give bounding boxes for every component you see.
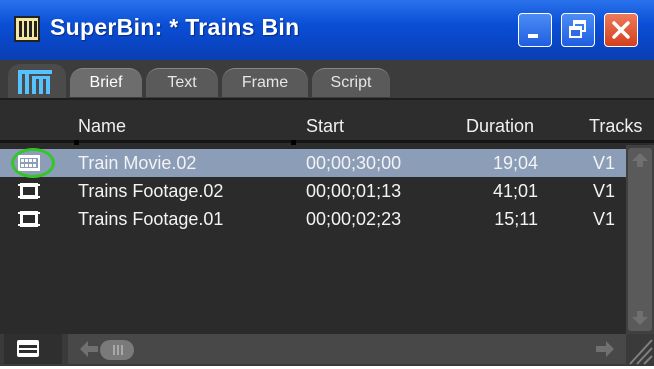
row-start: 00;00;30;00 <box>306 153 402 173</box>
tab-bar: Brief Text Frame Script <box>0 60 654 100</box>
bin-menu-button[interactable] <box>8 64 66 98</box>
horizontal-scrollbar[interactable] <box>68 334 626 364</box>
column-tracks[interactable]: Tracks <box>589 116 642 137</box>
column-header: Name Start Duration Tracks <box>0 100 654 144</box>
column-name[interactable]: Name <box>78 116 126 137</box>
row-tracks: V1 <box>593 209 616 229</box>
scroll-right-icon[interactable] <box>596 340 614 358</box>
row-duration: 15;11 <box>494 209 538 229</box>
tab-script[interactable]: Script <box>312 68 390 97</box>
restore-icon <box>569 20 586 38</box>
row-start: 00;00;02;23 <box>306 209 402 229</box>
fast-menu-icon <box>17 340 39 357</box>
clip-icon <box>18 183 40 199</box>
table-row[interactable]: Trains Footage.01 00;00;02;23 15;11 V1 <box>0 205 626 233</box>
close-button[interactable] <box>604 13 638 47</box>
column-start[interactable]: Start <box>306 116 344 137</box>
row-name: Train Movie.02 <box>78 153 197 173</box>
superbin-window: SuperBin: * Trains Bin Brief Text Frame … <box>0 0 654 366</box>
tab-frame[interactable]: Frame <box>222 68 308 97</box>
vertical-scroll-thumb[interactable] <box>628 148 652 331</box>
restore-button[interactable] <box>561 13 595 47</box>
window-title: SuperBin: * Trains Bin <box>50 14 300 40</box>
tab-text[interactable]: Text <box>146 68 218 97</box>
row-name: Trains Footage.01 <box>78 209 224 229</box>
resize-grip-icon[interactable] <box>626 334 654 366</box>
minimize-icon <box>528 34 538 38</box>
bin-app-icon <box>14 16 40 42</box>
close-icon <box>612 21 630 39</box>
scroll-up-icon[interactable] <box>632 153 648 167</box>
scroll-down-icon[interactable] <box>632 311 648 325</box>
bin-columns-icon <box>18 70 52 94</box>
row-start: 00;00;01;13 <box>306 181 402 201</box>
title-bar[interactable]: SuperBin: * Trains Bin <box>0 0 654 60</box>
row-tracks: V1 <box>593 181 616 201</box>
fast-menu-button[interactable] <box>4 334 62 364</box>
vertical-scrollbar[interactable] <box>626 145 654 334</box>
horizontal-scroll-thumb[interactable] <box>100 340 134 360</box>
table-row[interactable]: Train Movie.02 00;00;30;00 19;04 V1 <box>0 149 626 177</box>
minimize-button[interactable] <box>518 13 552 47</box>
grip-lines-icon <box>113 345 123 355</box>
highlight-circle <box>11 148 55 178</box>
column-duration[interactable]: Duration <box>466 116 534 137</box>
table-row[interactable]: Trains Footage.02 00;00;01;13 41;01 V1 <box>0 177 626 205</box>
header-divider <box>0 140 654 143</box>
tab-brief[interactable]: Brief <box>70 68 142 97</box>
scroll-left-icon[interactable] <box>80 340 98 358</box>
row-name: Trains Footage.02 <box>78 181 224 201</box>
bin-list: Train Movie.02 00;00;30;00 19;04 V1 Trai… <box>0 145 626 334</box>
row-tracks: V1 <box>593 153 616 173</box>
clip-icon <box>18 211 40 227</box>
row-duration: 19;04 <box>492 153 538 173</box>
row-duration: 41;01 <box>492 181 538 201</box>
